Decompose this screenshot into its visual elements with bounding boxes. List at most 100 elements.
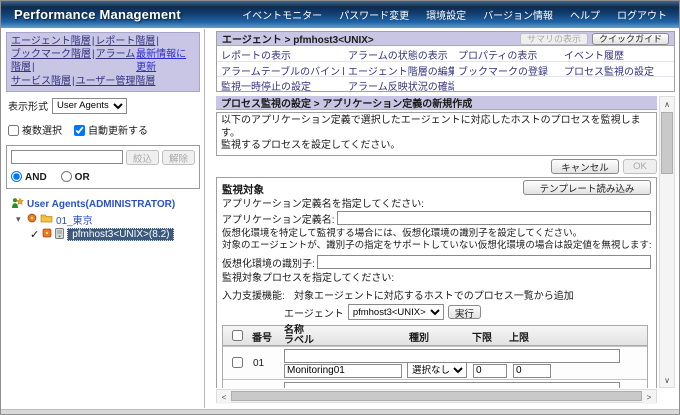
tree-node-folder[interactable]: ▾ 01_東京: [16, 213, 200, 227]
table-row: 01 選択なし: [223, 345, 647, 379]
input-support-text: 対象エージェントに対応するホストでのプロセス一覧から追加: [294, 290, 574, 302]
empty-cell: [560, 76, 674, 91]
description-box: 以下のアプリケーション定義で選択したエージェントに対応したホストのプロセスを監視…: [216, 112, 657, 156]
process-table-header: 番号 名称 ラベル 種別 下限 上限: [223, 325, 647, 346]
agent-select[interactable]: pfmhost3<UNIX>: [347, 304, 444, 320]
refresh-link[interactable]: 最新情報に更新: [136, 48, 195, 74]
monitor-target-section: 監視対象 テンプレート読み込み アプリケーション定義名を指定してください: アプ…: [216, 176, 657, 388]
nav-environment-settings[interactable]: 環境設定: [426, 7, 466, 22]
process-panel-scroll-area: プロセス監視の設定 > アプリケーション定義の新規作成 以下のアプリケーション定…: [216, 96, 657, 388]
hierarchy-links-line1: エージェント階層|レポート階層|: [11, 35, 195, 48]
scroll-down-icon[interactable]: ∨: [660, 373, 674, 387]
agent-link-properties[interactable]: プロパティの表示: [458, 51, 537, 61]
check-icon: ✓: [30, 229, 40, 242]
upper-limit-input[interactable]: [513, 363, 551, 378]
agent-link-monitoring-suspension[interactable]: 監視一時停止の設定: [221, 82, 311, 91]
agent-link-alarm-status[interactable]: アラームの状態の表示: [348, 51, 448, 61]
sidebar-link-bookmark-hierarchy[interactable]: ブックマーク階層: [11, 49, 91, 60]
agent-link-event-history[interactable]: イベント履歴: [564, 51, 624, 61]
and-radio[interactable]: [11, 170, 22, 182]
scroll-left-icon[interactable]: <: [217, 390, 231, 404]
top-nav: イベントモニター パスワード変更 環境設定 バージョン情報 ヘルプ ログアウト: [242, 7, 667, 22]
sidebar-link-service-hierarchy[interactable]: サービス階層: [11, 76, 71, 87]
scroll-right-icon[interactable]: >: [642, 390, 656, 404]
status-badge-icon: [27, 213, 37, 226]
load-template-button[interactable]: テンプレート読み込み: [523, 179, 651, 195]
agent-link-edit-agent-hierarchy[interactable]: エージェント階層の編集: [348, 67, 454, 76]
agent-link-alarm-application-status[interactable]: アラーム反映状況の確認: [348, 82, 454, 91]
row-select-checkbox[interactable]: [232, 356, 243, 368]
tree-root-label[interactable]: User Agents(ADMINISTRATOR): [27, 199, 175, 210]
tree-node-agent[interactable]: ✓ pfmhost3<UNIX>(8.2): [30, 227, 200, 242]
table-row: 02 選択なし: [223, 378, 647, 388]
row-number: 01: [253, 357, 265, 369]
type-select[interactable]: 選択なし: [407, 362, 467, 378]
agent-breadcrumb: エージェント > pfmhost3<UNIX>: [222, 35, 374, 46]
filter-apply-button[interactable]: 絞込: [125, 149, 159, 165]
filter-input[interactable]: [11, 149, 123, 164]
app-window: Performance Management イベントモニター パスワード変更 …: [0, 0, 680, 415]
collapse-icon[interactable]: ▾: [16, 214, 24, 225]
hierarchy-links-box: エージェント階層|レポート階層| ブックマーク階層|アラーム階層| 最新情報に更…: [6, 32, 200, 92]
agent-tree: User Agents(ADMINISTRATOR) ▾ 01_東京 ✓ pfm…: [6, 197, 200, 242]
multi-select-checkbox[interactable]: [8, 124, 19, 136]
summary-display-button[interactable]: サマリの表示: [519, 32, 588, 45]
horizontal-scrollbar[interactable]: < >: [216, 389, 657, 404]
quick-guide-button[interactable]: クイックガイド: [591, 32, 669, 45]
display-format-label: 表示形式: [8, 102, 48, 114]
tree-node-root[interactable]: User Agents(ADMINISTRATOR): [11, 197, 200, 212]
app-definition-name-input[interactable]: [336, 211, 651, 225]
tree-agent-label-selected[interactable]: pfmhost3<UNIX>(8.2): [67, 228, 175, 242]
vertical-scrollbar-thumb[interactable]: [661, 112, 673, 174]
horizontal-scrollbar-thumb[interactable]: [231, 391, 642, 401]
nav-version-info[interactable]: バージョン情報: [483, 7, 553, 22]
virtual-env-note1: 仮想化環境を特定して監視する場合には、仮想化環境の識別子を設定してください。: [222, 227, 583, 239]
app-definition-instruction: アプリケーション定義名を指定してください:: [222, 198, 424, 210]
auto-update-label: 自動更新する: [88, 125, 148, 137]
nav-help[interactable]: ヘルプ: [570, 7, 600, 22]
cancel-button[interactable]: キャンセル: [551, 158, 619, 174]
column-header-upper: 上限: [509, 332, 529, 344]
lower-limit-input[interactable]: [473, 363, 507, 378]
sidebar-link-report-hierarchy[interactable]: レポート階層: [95, 36, 155, 47]
display-format-select[interactable]: User Agents: [52, 97, 127, 114]
agent-link-report-display[interactable]: レポートの表示: [221, 51, 291, 61]
vertical-scrollbar[interactable]: ∧ ∨: [659, 96, 675, 388]
virtual-env-identifier-input[interactable]: [316, 255, 651, 269]
sidebar-link-agent-hierarchy[interactable]: エージェント階層: [11, 36, 91, 47]
monitoring-label-input[interactable]: [284, 363, 402, 378]
execute-button[interactable]: 実行: [447, 305, 481, 320]
virtual-env-note2: 対象のエージェントが、識別子の指定をサポートしていない仮想化環境の場合は設定値を…: [222, 240, 652, 251]
tree-folder-label[interactable]: 01_東京: [56, 212, 93, 227]
agent-link-alarm-table-bind[interactable]: アラームテーブルのバインド設定: [221, 67, 344, 76]
auto-update-option[interactable]: 自動更新する: [74, 122, 148, 137]
link-separator: |: [32, 62, 35, 74]
auto-update-checkbox[interactable]: [74, 124, 85, 136]
ok-button[interactable]: OK: [623, 158, 657, 174]
description-line2: 監視するプロセスを設定してください。: [221, 140, 401, 151]
filter-clear-button[interactable]: 解除: [161, 149, 195, 165]
and-option[interactable]: AND: [11, 170, 47, 183]
agent-panel-header: エージェント > pfmhost3<UNIX> サマリの表示 クイックガイド: [217, 32, 674, 46]
description-line1: 以下のアプリケーション定義で選択したエージェントに対応したホストのプロセスを監視…: [221, 115, 641, 139]
scroll-up-icon[interactable]: ∧: [660, 97, 674, 111]
sidebar-link-user-admin-hierarchy[interactable]: ユーザー管理階層: [76, 76, 156, 87]
agent-panel: エージェント > pfmhost3<UNIX> サマリの表示 クイックガイド レ…: [216, 31, 675, 92]
select-all-checkbox[interactable]: [232, 329, 243, 341]
agent-select-label: エージェント: [284, 308, 344, 320]
empty-cell: [454, 76, 560, 91]
nav-logout[interactable]: ログアウト: [617, 7, 667, 22]
agent-menu-links: レポートの表示 アラームの状態の表示 プロパティの表示 イベント履歴 アラームテ…: [217, 46, 674, 91]
multi-select-option[interactable]: 複数選択: [8, 122, 62, 137]
agent-link-register-bookmark[interactable]: ブックマークの登録: [458, 67, 548, 76]
agent-link-process-monitoring-settings[interactable]: プロセス監視の設定: [564, 67, 654, 76]
or-option[interactable]: OR: [60, 170, 90, 183]
main-content: エージェント > pfmhost3<UNIX> サマリの表示 クイックガイド レ…: [213, 29, 678, 408]
process-name-input[interactable]: [284, 381, 620, 388]
filter-logic-row: AND OR: [11, 170, 195, 183]
nav-password-change[interactable]: パスワード変更: [339, 7, 409, 22]
process-name-input[interactable]: [284, 348, 620, 363]
hierarchy-links-line3: サービス階層|ユーザー管理階層: [11, 75, 195, 88]
or-radio[interactable]: [60, 170, 72, 182]
nav-event-monitor[interactable]: イベントモニター: [242, 7, 322, 22]
